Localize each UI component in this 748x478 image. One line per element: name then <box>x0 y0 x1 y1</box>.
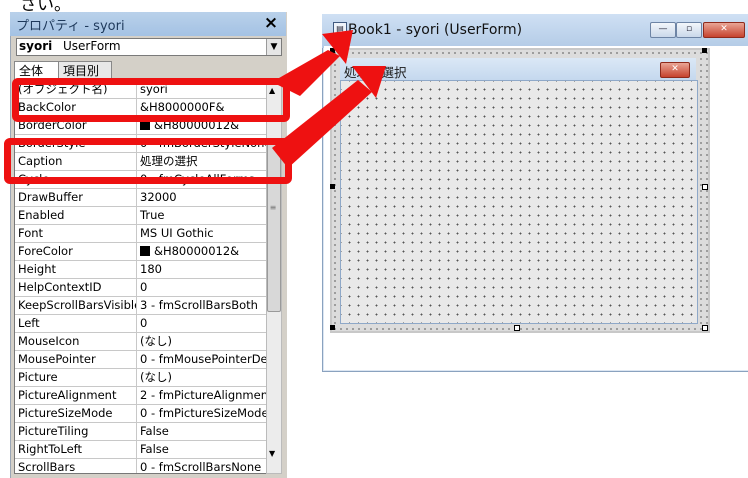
annotation-arrows <box>272 30 386 168</box>
arrow-to-title <box>272 30 353 96</box>
